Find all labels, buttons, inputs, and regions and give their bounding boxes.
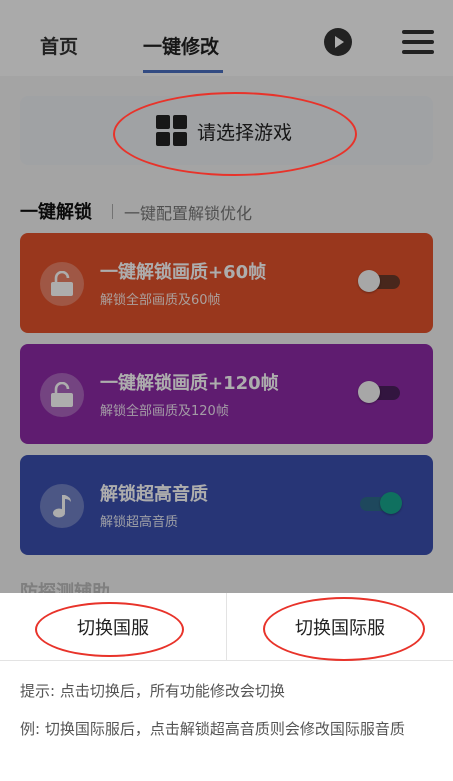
- region-switch-sheet: 切换国服 切换国际服 提示: 点击切换后，所有功能修改会切换 例: 切换国际服后…: [0, 593, 453, 781]
- switch-cn-server-button[interactable]: 切换国服: [0, 593, 226, 660]
- dim-overlay[interactable]: [0, 0, 453, 593]
- switch-intl-server-button[interactable]: 切换国际服: [227, 593, 453, 660]
- tip-text: 提示: 点击切换后，所有功能修改会切换: [20, 682, 285, 700]
- sheet-divider: [0, 660, 453, 661]
- example-text: 例: 切换国际服后，点击解锁超高音质则会修改国际服音质: [20, 720, 405, 738]
